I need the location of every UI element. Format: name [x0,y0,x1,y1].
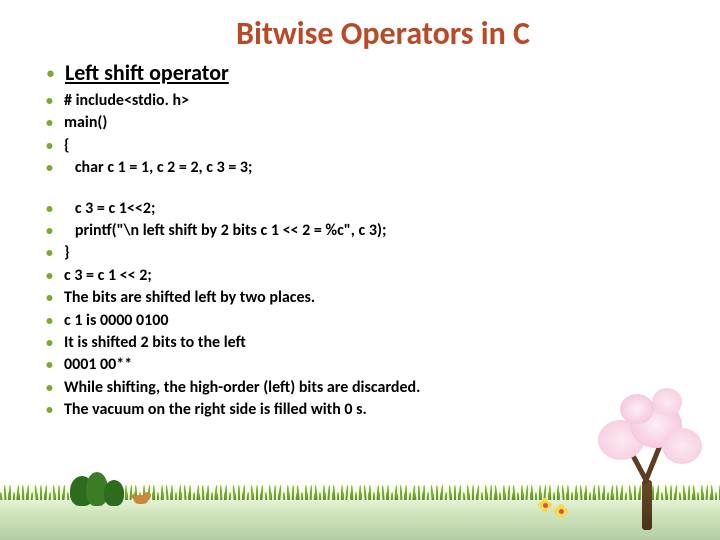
slide-heading-row: • Left shift operator [46,59,680,86]
list-item: •# include<stdio. h> [46,90,680,112]
bullet-icon: • [46,355,54,375]
list-item: •{ [46,135,680,157]
list-item: •While shifting, the high-order (left) b… [46,377,680,399]
list-item: •main() [46,112,680,134]
list-item: •} [46,242,680,264]
bullet-list-2: • c 3 = c 1<<2; • printf("\n left shift … [46,198,680,422]
bullet-icon: • [46,136,54,156]
bullet-icon: • [46,333,54,353]
list-item: • c 3 = c 1<<2; [46,198,680,220]
list-item: •The bits are shifted left by two places… [46,287,680,309]
list-item: •It is shifted 2 bits to the left [46,332,680,354]
bullet-icon: • [46,400,54,420]
bullet-icon: • [46,199,54,219]
bullet-icon: • [46,266,54,286]
bullet-icon: • [46,113,54,133]
list-item: •0001 00** [46,354,680,376]
list-item: •c 1 is 0000 0100 [46,310,680,332]
dog-decoration [132,490,152,506]
bullet-icon: • [46,288,54,308]
bullet-icon: • [46,62,55,84]
list-item: •c 3 = c 1 << 2; [46,265,680,287]
trees-decoration [70,451,130,506]
list-item: • char c 1 = 1, c 2 = 2, c 3 = 3; [46,157,680,179]
flower-decoration [538,498,552,512]
bullet-icon: • [46,378,54,398]
bullet-icon: • [46,91,54,111]
bullet-icon: • [46,311,54,331]
flower-decoration [554,504,568,518]
bullet-icon: • [46,243,54,263]
bullet-icon: • [46,158,54,178]
list-item: •The vacuum on the right side is filled … [46,399,680,421]
list-item: • printf("\n left shift by 2 bits c 1 <<… [46,220,680,242]
slide-heading: Left shift operator [65,59,229,86]
bullet-icon: • [46,221,54,241]
slide-title: Bitwise Operators in C [86,14,680,53]
bullet-list-1: •# include<stdio. h> •main() •{ • char c… [46,90,680,180]
